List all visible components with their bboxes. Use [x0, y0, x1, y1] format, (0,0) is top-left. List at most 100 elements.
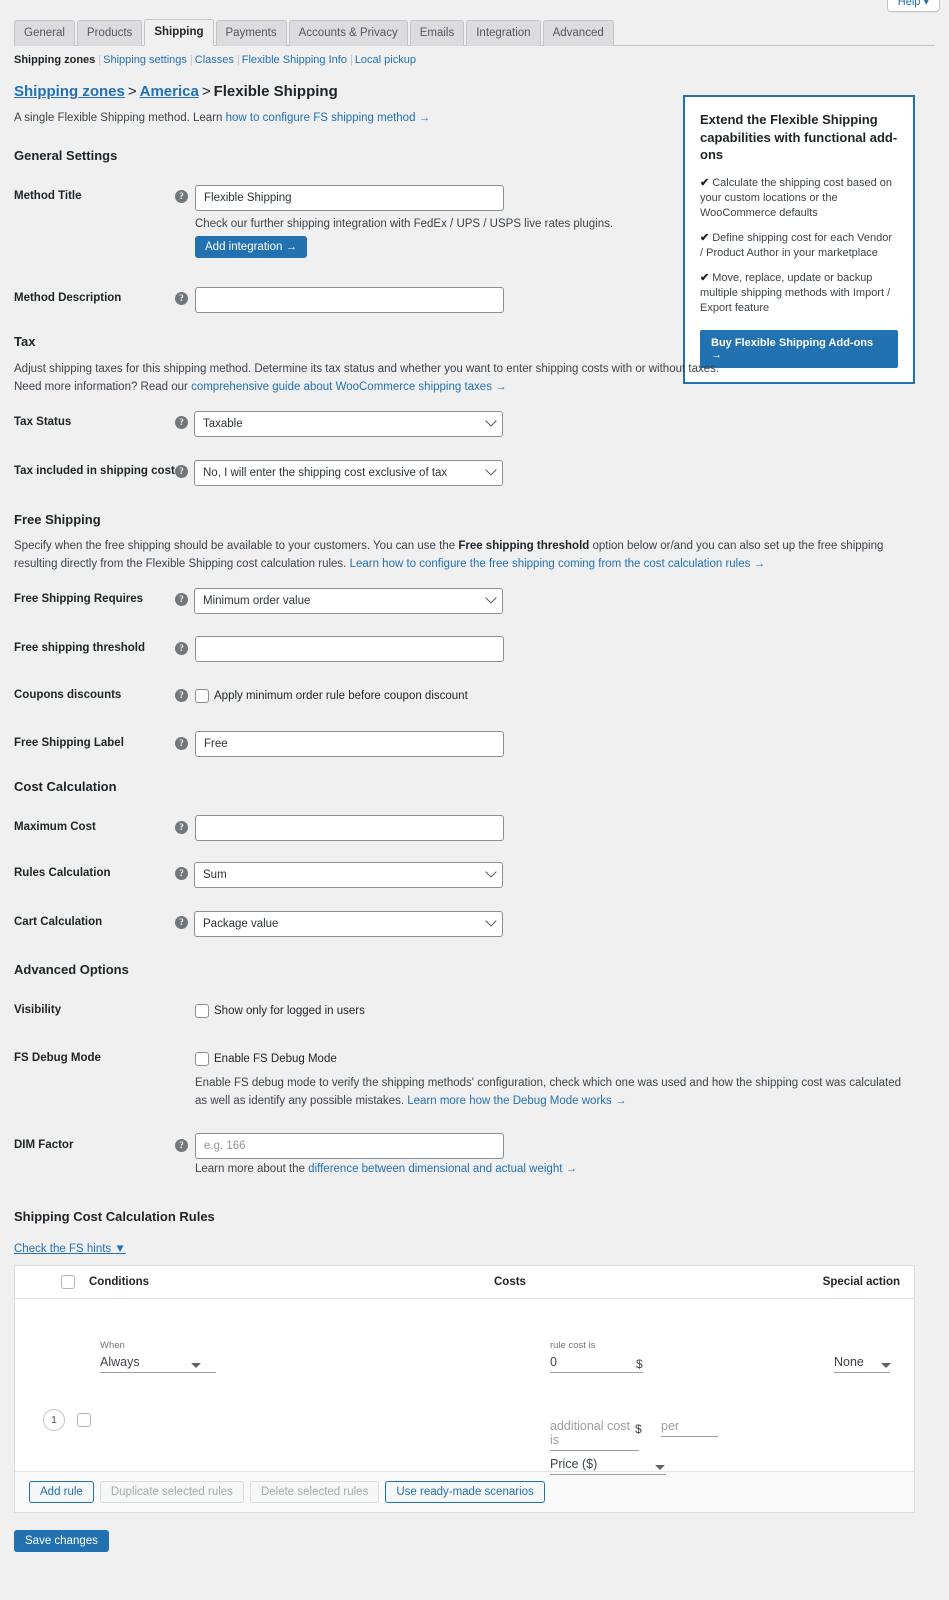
help-tip-icon[interactable]: ? — [175, 821, 188, 834]
free-shipping-label-input[interactable]: Free — [195, 731, 504, 757]
add-integration-button[interactable]: Add integration → — [195, 236, 308, 258]
dim-factor-input[interactable]: e.g. 166 — [195, 1133, 504, 1159]
subnav-current[interactable]: Shipping zones — [14, 54, 95, 66]
tax-description-line2: Need more information? Read our — [14, 380, 192, 393]
help-tip-icon[interactable]: ? — [175, 689, 188, 702]
subnav-link-local-pickup[interactable]: Local pickup — [355, 54, 416, 66]
lead-link-configure-fs[interactable]: how to configure FS shipping method → — [226, 112, 431, 124]
tab-general[interactable]: General — [14, 19, 75, 46]
save-changes-button[interactable]: Save changes — [14, 1530, 109, 1552]
tab-accounts-privacy[interactable]: Accounts & Privacy — [288, 19, 408, 46]
dim-factor-hint-link[interactable]: difference between dimensional and actua… — [308, 1163, 577, 1175]
method-title-input[interactable]: Flexible Shipping — [195, 185, 504, 211]
shipping-rules-table: Conditions Costs Special action 1 When A… — [14, 1265, 915, 1513]
subnav-divider: | — [189, 54, 193, 66]
breadcrumb: Shipping zones > America > Flexible Shipping — [14, 83, 338, 100]
promo-bullet-text: Move, replace, update or backup multiple… — [700, 271, 891, 315]
method-description-input[interactable] — [195, 287, 504, 313]
chevron-down-icon — [485, 464, 497, 476]
help-tip-icon[interactable]: ? — [175, 1139, 188, 1152]
addons-promo-box: Extend the Flexible Shipping capabilitie… — [683, 95, 915, 384]
free-shipping-threshold-input[interactable] — [195, 636, 504, 662]
cart-calculation-select[interactable]: Package value — [194, 911, 503, 937]
additional-cost-input[interactable]: additional cost is — [550, 1419, 639, 1451]
rule-cost-input[interactable]: 0 — [550, 1355, 643, 1373]
promo-bullet: ✔ Calculate the shipping cost based on yo… — [700, 176, 898, 222]
subnav-divider: | — [98, 54, 102, 66]
column-header-costs: Costs — [494, 1276, 526, 1288]
tax-status-value: Taxable — [203, 418, 243, 430]
check-icon: ✔ — [700, 231, 710, 244]
label-maximum-cost: Maximum Cost — [14, 821, 96, 833]
coupons-discounts-checkbox-label[interactable]: Apply minimum order rule before coupon d… — [214, 690, 468, 702]
check-icon: ✔ — [700, 176, 710, 189]
rule-row-checkbox[interactable] — [77, 1413, 91, 1427]
coupons-discounts-checkbox[interactable] — [195, 689, 209, 703]
visibility-checkbox[interactable] — [195, 1004, 209, 1018]
promo-bullet: ✔ Move, replace, update or backup multipl… — [700, 271, 898, 317]
tab-advanced[interactable]: Advanced — [542, 19, 614, 46]
help-tip-icon[interactable]: ? — [175, 867, 188, 880]
add-rule-button[interactable]: Add rule — [29, 1481, 94, 1503]
duplicate-selected-rules-button[interactable]: Duplicate selected rules — [99, 1481, 244, 1503]
per-value-input[interactable]: per — [661, 1419, 718, 1437]
method-title-hint: Check our further shipping integration w… — [195, 218, 614, 230]
label-coupons-discounts: Coupons discounts — [14, 689, 122, 701]
caret-down-icon[interactable] — [655, 1465, 665, 1470]
caret-down-icon[interactable] — [881, 1363, 891, 1368]
tax-guide-link[interactable]: comprehensive guide about WooCommerce sh… — [191, 381, 507, 393]
label-visibility: Visibility — [14, 1004, 62, 1016]
label-fs-debug-mode: FS Debug Mode — [14, 1052, 101, 1064]
help-tip-icon[interactable]: ? — [175, 916, 188, 929]
fs-desc-link[interactable]: Learn how to configure the free shipping… — [350, 558, 766, 570]
breadcrumb-shipping-zones[interactable]: Shipping zones — [14, 83, 125, 100]
subnav-link-shipping-settings[interactable]: Shipping settings — [103, 54, 187, 66]
tab-emails[interactable]: Emails — [409, 19, 465, 46]
promo-bullet-text: Define shipping cost for each Vendor / P… — [700, 231, 892, 260]
section-heading-tax: Tax — [14, 334, 36, 349]
section-heading-cost-calculation: Cost Calculation — [14, 779, 117, 794]
free-shipping-requires-select[interactable]: Minimum order value — [194, 588, 503, 614]
check-fs-hints-link[interactable]: Check the FS hints ▼ — [14, 1243, 126, 1255]
per-unit-select[interactable]: Price ($) — [550, 1457, 666, 1475]
dim-factor-hint: Learn more about the difference between … — [195, 1161, 577, 1179]
tab-payments[interactable]: Payments — [215, 19, 287, 46]
caret-down-icon[interactable] — [191, 1363, 201, 1368]
use-ready-made-scenarios-button[interactable]: Use ready-made scenarios — [385, 1481, 545, 1503]
help-tip-icon[interactable]: ? — [175, 465, 188, 478]
rules-table-row: 1 When Always rule cost is 0 $ additiona… — [15, 1299, 914, 1475]
tab-products[interactable]: Products — [76, 19, 143, 46]
promo-bullet-list: ✔ Calculate the shipping cost based on yo… — [700, 176, 898, 317]
fs-debug-mode-checkbox[interactable] — [195, 1052, 209, 1066]
help-tip-icon[interactable]: ? — [175, 190, 188, 203]
help-button[interactable]: Help ▾ — [886, 0, 940, 12]
tax-status-select[interactable]: Taxable — [194, 411, 503, 437]
label-cart-calculation: Cart Calculation — [14, 916, 103, 928]
breadcrumb-zone-america[interactable]: America — [140, 83, 199, 100]
cart-calculation-value: Package value — [203, 918, 279, 930]
help-tip-icon[interactable]: ? — [175, 416, 188, 429]
dim-factor-hint-text: Learn more about the — [195, 1163, 309, 1175]
help-tip-icon[interactable]: ? — [175, 593, 188, 606]
tax-included-select[interactable]: No, I will enter the shipping cost exclu… — [194, 460, 503, 486]
free-shipping-description: Specify when the free shipping should be… — [14, 538, 894, 574]
help-tip-icon[interactable]: ? — [175, 737, 188, 750]
visibility-checkbox-label[interactable]: Show only for logged in users — [214, 1005, 365, 1017]
maximum-cost-input[interactable] — [195, 815, 504, 841]
help-tip-icon[interactable]: ? — [175, 292, 188, 305]
tab-integration[interactable]: Integration — [466, 19, 541, 46]
label-free-shipping-threshold: Free shipping threshold — [14, 642, 145, 654]
label-tax-status: Tax Status — [14, 416, 72, 428]
subnav-link-flexible-shipping-info[interactable]: Flexible Shipping Info — [242, 54, 347, 66]
tab-shipping[interactable]: Shipping — [144, 18, 214, 46]
label-free-shipping-requires: Free Shipping Requires — [14, 593, 144, 605]
subnav-link-classes[interactable]: Classes — [195, 54, 234, 66]
select-all-rules-checkbox[interactable] — [61, 1275, 75, 1289]
delete-selected-rules-button[interactable]: Delete selected rules — [249, 1481, 380, 1503]
rules-calculation-select[interactable]: Sum — [194, 862, 503, 888]
label-rules-calculation: Rules Calculation — [14, 867, 111, 879]
fs-debug-hint-link[interactable]: Learn more how the Debug Mode works → — [407, 1095, 626, 1107]
fs-debug-mode-checkbox-label[interactable]: Enable FS Debug Mode — [214, 1053, 337, 1065]
help-tip-icon[interactable]: ? — [175, 642, 188, 655]
label-free-shipping-label: Free Shipping Label — [14, 737, 124, 749]
